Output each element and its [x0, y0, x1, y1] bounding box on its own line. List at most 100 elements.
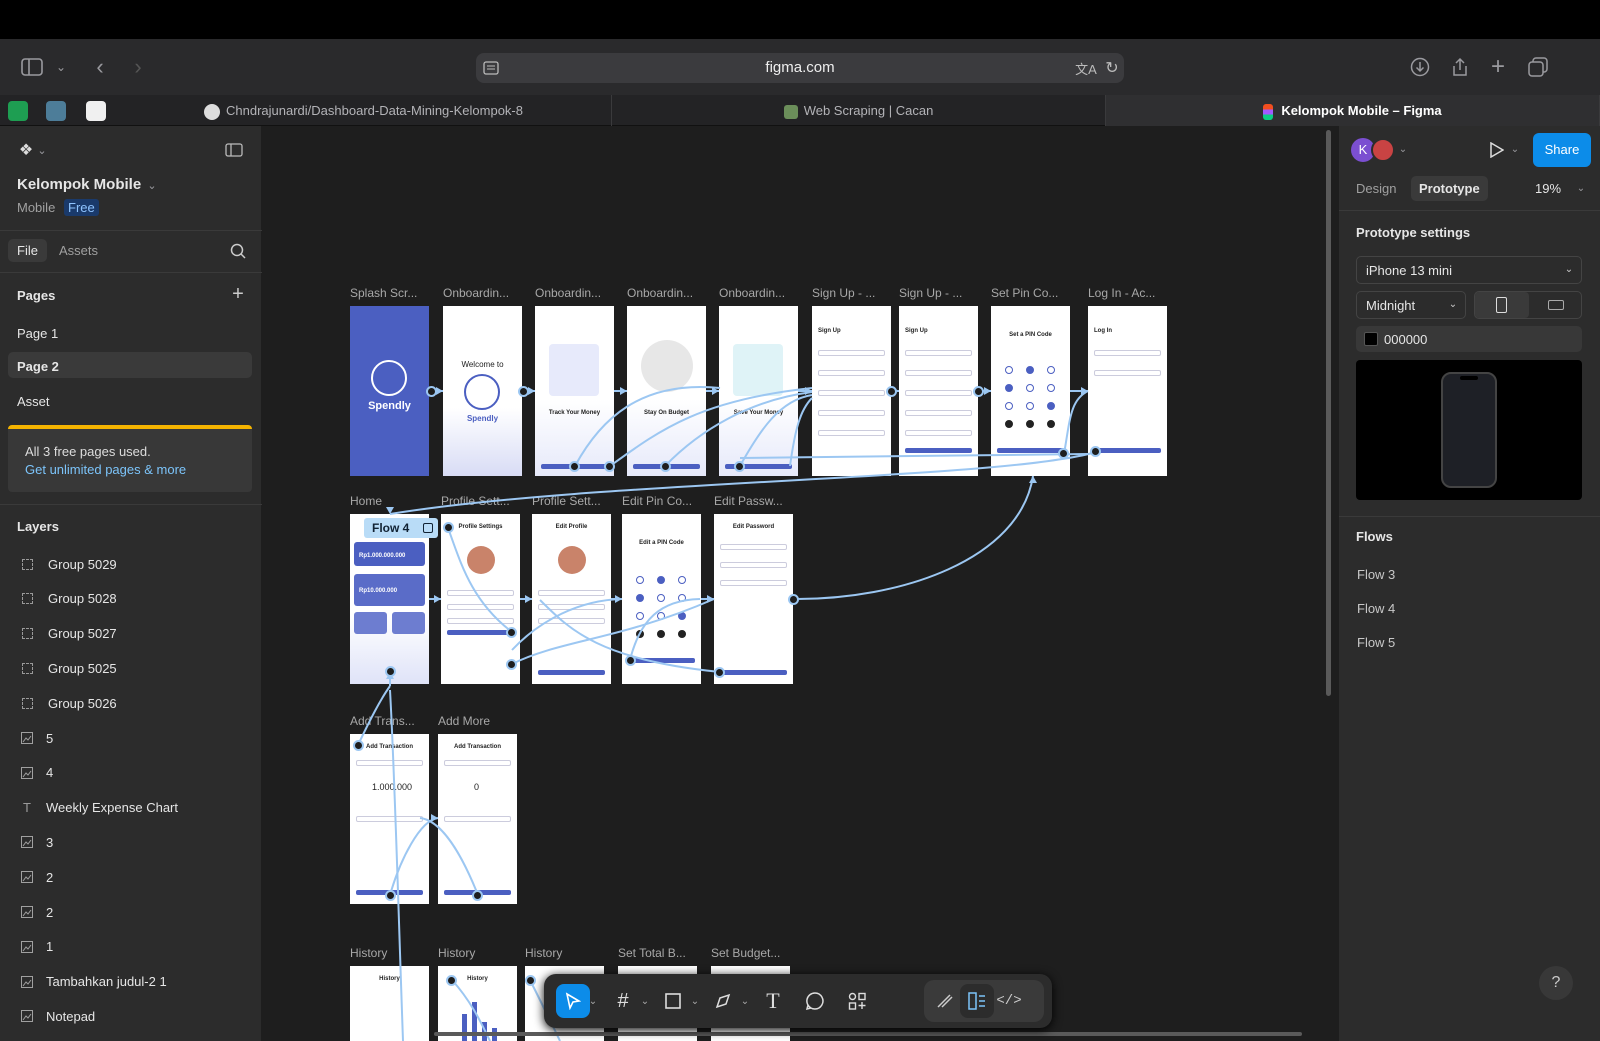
layer-item[interactable]: 3 — [20, 832, 53, 852]
address-bar[interactable]: figma.com — [476, 53, 1124, 83]
portrait-option[interactable] — [1475, 292, 1529, 318]
translate-icon[interactable]: 文A — [1075, 57, 1097, 79]
tab-assets[interactable]: Assets — [59, 243, 98, 258]
layer-item[interactable]: 2 — [20, 867, 53, 887]
design-canvas[interactable]: Splash Scr... Onboardin... Onboardin... … — [262, 126, 1338, 1041]
layer-item[interactable]: Group 5026 — [20, 693, 117, 713]
help-icon[interactable]: ? — [1539, 966, 1573, 1000]
layer-item[interactable]: Tambahkan judul-2 1 — [20, 972, 167, 992]
panel-toggle-icon[interactable] — [224, 140, 244, 160]
share-button[interactable]: Share — [1533, 133, 1591, 167]
flow-item[interactable]: Flow 5 — [1357, 635, 1395, 650]
back-icon[interactable]: ‹ — [88, 54, 112, 79]
tab-design[interactable]: Design — [1356, 181, 1396, 196]
figma-menu-icon[interactable]: ❖ — [16, 140, 36, 160]
connection-handle[interactable] — [472, 890, 483, 901]
connection-handle[interactable] — [604, 461, 615, 472]
background-color-field[interactable]: 000000 — [1356, 326, 1582, 352]
flow-item[interactable]: Flow 4 — [1357, 601, 1395, 616]
connection-handle[interactable] — [353, 740, 364, 751]
move-tool-icon[interactable] — [556, 984, 590, 1018]
connection-handle[interactable] — [426, 386, 437, 397]
layer-item[interactable]: T Weekly Expense Chart — [20, 798, 178, 818]
reload-icon[interactable]: ↻ — [1101, 57, 1123, 79]
connection-handle[interactable] — [973, 386, 984, 397]
resources-tool-icon[interactable] — [840, 984, 874, 1018]
draw-mode-icon[interactable] — [928, 984, 962, 1018]
pen-tool-icon[interactable] — [706, 984, 740, 1018]
chevron-down-icon[interactable]: ⌄ — [146, 178, 158, 192]
connection-handle[interactable] — [446, 975, 457, 986]
connection-handle[interactable] — [385, 666, 396, 677]
tab-overview-icon[interactable] — [1526, 55, 1550, 79]
device-color-select[interactable]: Midnight ⌄ — [1356, 291, 1466, 319]
layer-item[interactable]: Group 5028 — [20, 589, 117, 609]
connection-handle[interactable] — [506, 627, 517, 638]
layer-item[interactable]: 2 — [20, 902, 53, 922]
chevron-down-icon[interactable]: ⌄ — [688, 984, 702, 1018]
connection-handle[interactable] — [788, 594, 799, 605]
layer-item[interactable]: Group 5027 — [20, 624, 117, 644]
chevron-down-icon[interactable]: ⌄ — [638, 984, 652, 1018]
connection-handle[interactable] — [886, 386, 897, 397]
layer-item[interactable]: Group 5029 — [20, 554, 117, 574]
connection-handle[interactable] — [660, 461, 671, 472]
connection-handle[interactable] — [1090, 446, 1101, 457]
share-icon[interactable] — [1448, 55, 1472, 79]
notion-pinned-tab-icon[interactable] — [86, 101, 106, 121]
dev-mode-icon[interactable]: </> — [992, 984, 1026, 1018]
connection-handle[interactable] — [734, 461, 745, 472]
connection-handle[interactable] — [1058, 448, 1069, 459]
chevron-down-icon[interactable]: ⌄ — [54, 55, 68, 79]
chevron-down-icon[interactable]: ⌄ — [586, 984, 600, 1018]
device-select[interactable]: iPhone 13 mini ⌄ — [1356, 256, 1582, 284]
pinned-tab-icon[interactable] — [46, 101, 66, 121]
tab-web-scraping[interactable]: Web Scraping | Cacan — [612, 95, 1106, 126]
connection-handle[interactable] — [525, 975, 536, 986]
text-tool-icon[interactable]: T — [756, 984, 790, 1018]
flow-item[interactable]: Flow 3 — [1357, 567, 1395, 582]
chevron-down-icon[interactable]: ⌄ — [1509, 140, 1521, 158]
color-hex[interactable]: 000000 — [1384, 332, 1427, 347]
layer-item[interactable]: 4 — [20, 763, 53, 783]
page-item[interactable]: Asset — [17, 394, 50, 409]
connection-handle[interactable] — [506, 659, 517, 670]
layer-item[interactable]: 1 — [20, 937, 53, 957]
rectangle-tool-icon[interactable] — [656, 984, 690, 1018]
connection-handle[interactable] — [625, 655, 636, 666]
chevron-down-icon[interactable]: ⌄ — [36, 142, 48, 158]
comment-tool-icon[interactable] — [798, 984, 832, 1018]
layer-item[interactable]: 5 — [20, 728, 53, 748]
sheets-pinned-tab-icon[interactable] — [8, 101, 28, 121]
tab-github[interactable]: Chndrajunardi/Dashboard-Data-Mining-Kelo… — [116, 95, 612, 126]
connection-handle[interactable] — [443, 522, 454, 533]
tab-prototype[interactable]: Prototype — [1411, 176, 1488, 201]
search-icon[interactable] — [228, 241, 248, 261]
layer-item[interactable]: Group 5025 — [20, 658, 117, 678]
landscape-option[interactable] — [1529, 292, 1583, 318]
connection-handle[interactable] — [569, 461, 580, 472]
sidebar-toggle-icon[interactable] — [20, 55, 44, 79]
chevron-down-icon[interactable]: ⌄ — [738, 984, 752, 1018]
tab-figma[interactable]: Kelompok Mobile – Figma — [1106, 95, 1600, 126]
present-icon[interactable] — [1485, 138, 1509, 162]
color-swatch[interactable] — [1364, 332, 1378, 346]
tab-file[interactable]: File — [8, 239, 47, 262]
page-settings-icon[interactable] — [482, 59, 500, 77]
connection-handle[interactable] — [518, 386, 529, 397]
chevron-down-icon[interactable]: ⌄ — [1397, 140, 1409, 158]
connection-handle[interactable] — [714, 667, 725, 678]
page-item[interactable]: Page 1 — [17, 326, 58, 341]
new-tab-icon[interactable]: + — [1486, 53, 1510, 80]
frame-tool-icon[interactable]: # — [606, 984, 640, 1018]
download-icon[interactable] — [1408, 55, 1432, 79]
design-mode-icon[interactable] — [960, 984, 994, 1018]
add-page-icon[interactable]: + — [228, 283, 248, 305]
horizontal-scrollbar[interactable] — [434, 1032, 1302, 1036]
forward-icon[interactable]: › — [126, 54, 150, 79]
avatar[interactable] — [1371, 138, 1395, 162]
connection-handle[interactable] — [385, 890, 396, 901]
chevron-down-icon[interactable]: ⌄ — [1575, 181, 1587, 195]
file-name[interactable]: Kelompok Mobile — [17, 176, 141, 193]
zoom-level[interactable]: 19% — [1535, 181, 1561, 196]
